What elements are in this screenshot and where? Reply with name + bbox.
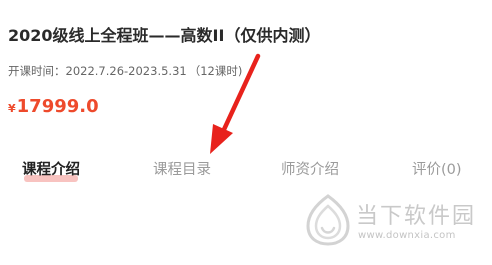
period-value: 2022.7.26-2023.5.31 (65, 64, 187, 78)
tab-label: 课程目录 (153, 162, 211, 178)
watermark: 当下软件园 www.downxia.com (298, 192, 488, 262)
course-period: 开课时间：2022.7.26-2023.5.31 （12课时) (8, 63, 242, 79)
lesson-count: （12课时) (188, 64, 243, 78)
watermark-name: 当下软件园 (356, 204, 477, 229)
course-title: 2020级线上全程班——高数II（仅供内测） (8, 26, 321, 45)
watermark-url: www.downxia.com (358, 230, 456, 241)
tab-reviews[interactable]: 评价(0) (412, 156, 462, 184)
price-currency: ¥ (8, 102, 16, 115)
arrow-head (210, 124, 233, 154)
tab-label: 评价(0) (412, 162, 462, 178)
tab-teachers[interactable]: 师资介绍 (281, 156, 339, 184)
course-tabs: 课程介绍 课程目录 师资介绍 评价(0) (0, 156, 492, 186)
tab-course-intro[interactable]: 课程介绍 (22, 156, 80, 184)
period-label: 开课时间： (8, 64, 66, 78)
tab-label: 师资介绍 (281, 162, 339, 178)
tab-label: 课程介绍 (22, 162, 80, 178)
tab-course-catalog[interactable]: 课程目录 (153, 156, 211, 184)
course-price: ¥17999.0 (8, 96, 99, 117)
price-amount: 17999.0 (16, 96, 99, 117)
watermark-logo-icon (306, 194, 350, 246)
